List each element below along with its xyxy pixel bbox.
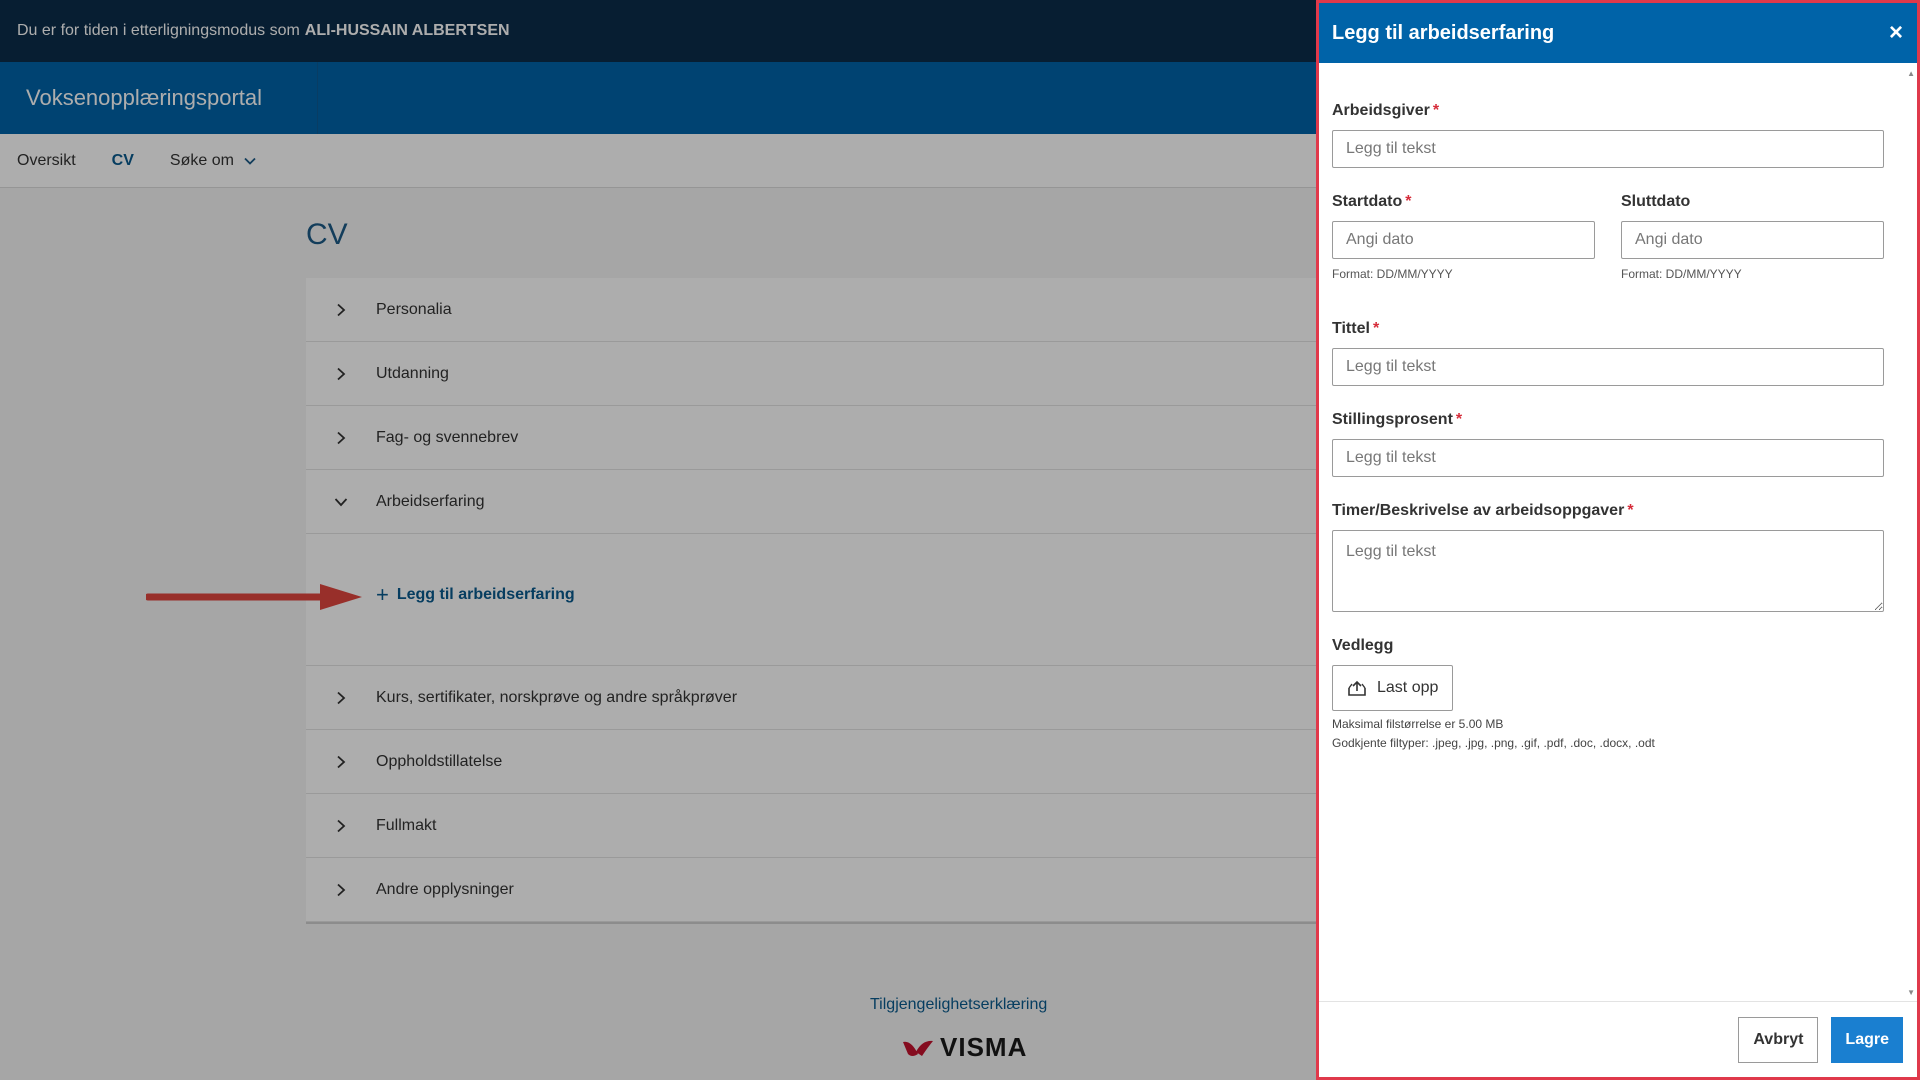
allowed-file-types-note: Godkjente filtyper: .jpeg, .jpg, .png, .… [1332,736,1655,750]
employer-input[interactable] [1332,130,1884,168]
start-date-group: Startdato* Format: DD/MM/YYYY [1332,193,1595,281]
attachments-label: Vedlegg [1332,637,1394,654]
start-date-label: Startdato * [1332,193,1412,210]
date-row: Startdato* Format: DD/MM/YYYY Sluttdato … [1332,193,1884,281]
percent-group: Stillingsprosent * [1332,411,1884,477]
employer-group: Arbeidsgiver * [1332,102,1884,168]
title-label: Tittel * [1332,320,1380,337]
cancel-button[interactable]: Avbryt [1738,1016,1819,1063]
panel-header: Legg til arbeidserfaring × [1319,3,1917,63]
employer-label: Arbeidsgiver * [1332,102,1440,119]
title-group: Tittel * [1332,320,1884,386]
description-textarea[interactable] [1332,530,1884,612]
panel-title: Legg til arbeidserfaring [1332,21,1555,44]
upload-button[interactable]: Last opp [1332,665,1454,711]
end-date-input[interactable] [1621,221,1884,259]
max-file-size-note: Maksimal filstørrelse er 5.00 MB [1332,717,1504,731]
description-group: Timer/Beskrivelse av arbeidsoppgaver * [1332,502,1884,617]
description-label: Timer/Beskrivelse av arbeidsoppgaver * [1332,502,1634,519]
end-date-group: Sluttdato Format: DD/MM/YYYY [1621,193,1884,281]
end-date-hint: Format: DD/MM/YYYY [1621,267,1742,281]
title-input[interactable] [1332,348,1884,386]
panel-body: ▲ ▼ Arbeidsgiver* Startdato* Format: DD/… [1319,63,1917,1001]
panel-footer: Avbryt Lagre [1319,1001,1917,1077]
panel-scrollbar[interactable]: ▲ ▼ [1907,63,1917,1001]
end-date-label: Sluttdato [1621,193,1691,210]
percent-input[interactable] [1332,439,1884,477]
start-date-input[interactable] [1332,221,1595,259]
add-work-experience-panel: Legg til arbeidserfaring × ▲ ▼ Arbeidsgi… [1316,0,1920,1080]
save-button[interactable]: Lagre [1831,1016,1903,1063]
close-icon[interactable]: × [1889,21,1903,45]
attachments-group: Vedlegg Last opp Maksimal filstørrelse e… [1332,637,1884,753]
upload-button-label: Last opp [1377,679,1439,696]
scroll-up-icon[interactable]: ▲ [1907,69,1915,78]
upload-icon [1348,680,1366,696]
scroll-down-icon[interactable]: ▼ [1907,988,1915,997]
start-date-hint: Format: DD/MM/YYYY [1332,267,1453,281]
percent-label: Stillingsprosent * [1332,411,1463,428]
